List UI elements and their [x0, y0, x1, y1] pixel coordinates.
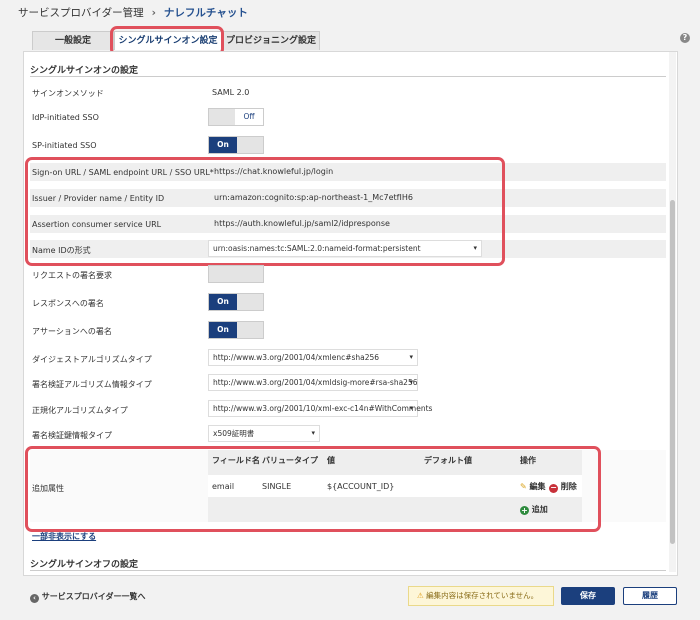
digest-algorithm-label: ダイジェストアルゴリズムタイプ [32, 355, 152, 364]
save-button[interactable]: 保存 [561, 587, 615, 605]
unsaved-warning-text: 編集内容は保存されていません。 [426, 591, 539, 600]
back-to-list-link[interactable]: ‹ サービスプロバイダー一覧へ [30, 591, 145, 603]
idp-initiated-label: IdP-initiated SSO [32, 113, 99, 122]
chevron-down-icon: ▾ [409, 404, 413, 412]
key-info-select[interactable]: x509証明書 ▾ [208, 425, 320, 442]
tab-general[interactable]: 一般設定 [32, 31, 114, 50]
saml-fields-highlight [25, 157, 505, 266]
sp-initiated-toggle[interactable]: On [208, 136, 264, 154]
canonicalization-label: 正規化アルゴリズムタイプ [32, 406, 128, 415]
toggle-state: On [209, 322, 237, 338]
toggle-state: Off [235, 109, 263, 125]
signature-algorithm-value: http://www.w3.org/2001/04/xmldsig-more#r… [213, 378, 418, 387]
assertion-sign-label: アサーションへの署名 [32, 327, 112, 336]
breadcrumb-separator: › [151, 7, 156, 19]
request-sign-toggle[interactable] [208, 265, 264, 283]
signature-algorithm-select[interactable]: http://www.w3.org/2001/04/xmldsig-more#r… [208, 374, 418, 391]
chevron-down-icon: ▾ [409, 353, 413, 361]
slo-section-title: シングルサインオフの設定 [30, 560, 139, 570]
canonicalization-value: http://www.w3.org/2001/10/xml-exc-c14n#W… [213, 404, 433, 413]
breadcrumb: サービスプロバイダー管理 › ナレフルチャット [18, 5, 248, 20]
unsaved-warning: ⚠ 編集内容は保存されていません。 [408, 586, 554, 606]
warning-icon: ⚠ [417, 591, 424, 600]
digest-algorithm-value: http://www.w3.org/2001/04/xmlenc#sha256 [213, 353, 380, 362]
sp-initiated-label: SP-initiated SSO [32, 141, 97, 150]
toggle-details-link[interactable]: 一部非表示にする [32, 531, 96, 542]
breadcrumb-current: ナレフルチャット [163, 7, 248, 19]
breadcrumb-parent-link[interactable]: サービスプロバイダー管理 [18, 7, 144, 19]
signature-algorithm-label: 署名検証アルゴリズム情報タイプ [32, 380, 152, 389]
section-divider [30, 76, 666, 77]
circle-arrow-left-icon: ‹ [30, 594, 39, 603]
tab-provisioning[interactable]: プロビジョニング設定 [222, 31, 320, 50]
help-icon[interactable]: ? [680, 33, 690, 43]
scrollbar-thumb[interactable] [670, 200, 675, 544]
sso-section-title: シングルサインオンの設定 [30, 66, 139, 76]
chevron-down-icon: ▾ [409, 378, 413, 386]
history-button[interactable]: 履歴 [623, 587, 677, 605]
canonicalization-select[interactable]: http://www.w3.org/2001/10/xml-exc-c14n#W… [208, 400, 432, 417]
signon-method-value: SAML 2.0 [212, 88, 250, 97]
toggle-state: On [209, 137, 237, 153]
attributes-highlight [25, 446, 601, 532]
key-info-label: 署名検証鍵情報タイプ [32, 431, 112, 440]
signon-method-label: サインオンメソッド [32, 89, 104, 98]
response-sign-label: レスポンスへの署名 [32, 299, 104, 308]
idp-initiated-toggle[interactable]: Off [208, 108, 264, 126]
toggle-state: On [209, 294, 237, 310]
assertion-sign-toggle[interactable]: On [208, 321, 264, 339]
response-sign-toggle[interactable]: On [208, 293, 264, 311]
section-divider [30, 570, 666, 571]
key-info-value: x509証明書 [213, 429, 255, 438]
chevron-down-icon: ▾ [311, 429, 315, 437]
back-to-list-label: サービスプロバイダー一覧へ [41, 592, 146, 601]
digest-algorithm-select[interactable]: http://www.w3.org/2001/04/xmlenc#sha256 … [208, 349, 418, 366]
request-sign-label: リクエストの署名要求 [32, 271, 112, 280]
